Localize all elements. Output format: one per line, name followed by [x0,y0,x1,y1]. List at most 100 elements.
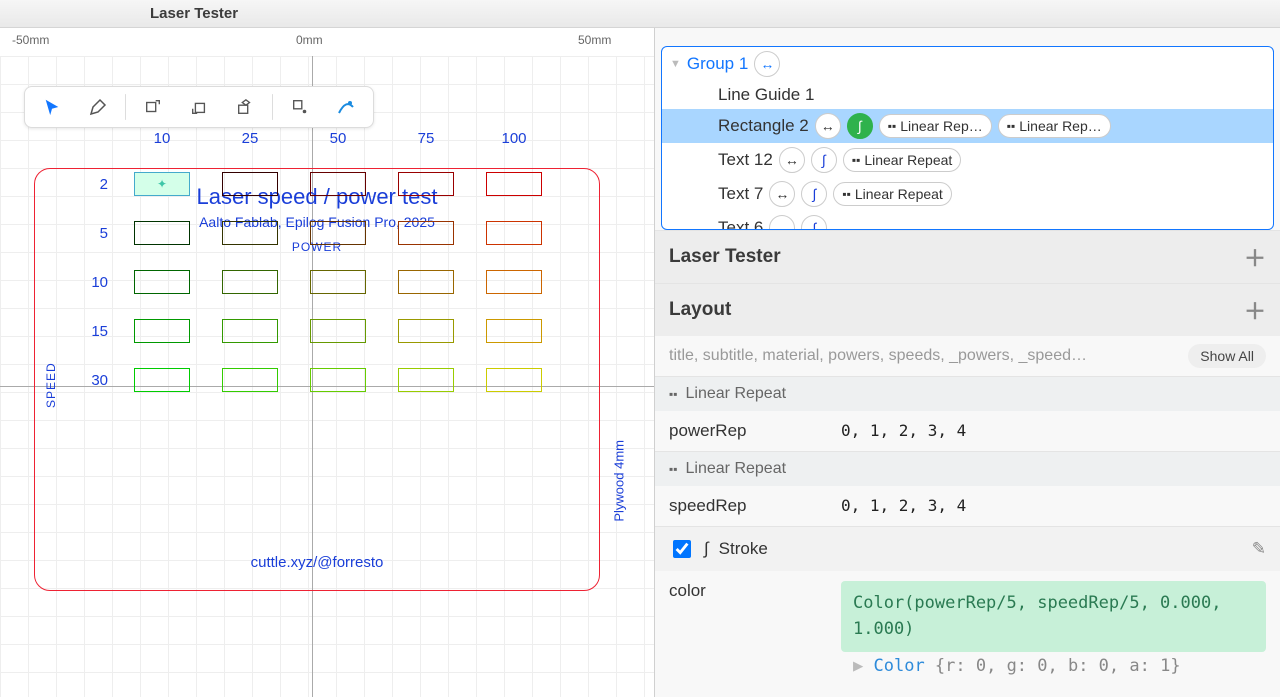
canvas-toolbar [24,86,374,128]
test-swatch[interactable] [134,319,190,343]
show-all-button[interactable]: Show All [1188,344,1266,368]
modifier-section: ▪▪ Linear Repeat [655,451,1280,486]
disclosure-triangle-icon[interactable]: ▶ [853,656,863,676]
repeat-icon: ▪▪ [1007,119,1016,133]
selection-anchor-icon: ✦ [157,177,167,191]
transform-pill[interactable]: ↔ [769,181,795,207]
test-swatch[interactable] [398,319,454,343]
design-footer: cuttle.xyz/@forresto [34,554,600,683]
snap-tool[interactable] [277,89,323,125]
repeat-icon: ▪▪ [669,462,678,476]
modifier-pill[interactable]: ▪▪Linear Rep… [998,114,1111,138]
test-swatch[interactable] [222,172,278,196]
test-swatch[interactable] [486,368,542,392]
curve-icon: ∫ [812,186,816,202]
outline-item[interactable]: Text 6 ↔ ∫ [662,211,1273,230]
ruler-tick: 0mm [296,33,323,47]
shape-tool-2[interactable] [176,89,222,125]
app-title: Laser Tester [150,5,238,22]
test-swatch[interactable] [398,270,454,294]
item-label: Text 7 [718,184,763,204]
layer-outline: ▼ Group 1 ↔ Line Guide 1 Rectangle 2 ↔ ∫… [661,46,1274,230]
ruler-tick: 50mm [578,33,611,47]
group-label: Group 1 [687,54,748,74]
material-label: Plywood 4mm [612,440,627,522]
test-swatch[interactable] [134,368,190,392]
repeat-icon: ▪▪ [842,187,851,201]
shape-tool-1[interactable] [130,89,176,125]
move-icon: ↔ [821,118,835,134]
power-header: 75 [382,130,470,147]
transform-pill[interactable]: ↔ [779,147,805,173]
section-title: Laser Tester [669,246,781,268]
repeat-icon: ▪▪ [669,387,678,401]
section-header[interactable]: Layout ＋ [655,284,1280,336]
test-swatch[interactable] [134,221,190,245]
stroke-pill[interactable]: ∫ [801,181,827,207]
property-row: powerRep 0, 1, 2, 3, 4 [655,411,1280,451]
item-label: Text 12 [718,150,773,170]
power-header: 100 [470,130,558,147]
canvas-area[interactable]: -50mm 0mm 50mm Laser sp [0,28,655,697]
transform-pill[interactable]: ↔ [815,113,841,139]
select-tool[interactable] [29,89,75,125]
stroke-pill[interactable]: ∫ [801,215,827,230]
test-swatch[interactable] [398,221,454,245]
outline-item-selected[interactable]: Rectangle 2 ↔ ∫ ▪▪Linear Rep… ▪▪Linear R… [662,109,1273,143]
test-swatch[interactable] [222,319,278,343]
test-swatch[interactable] [398,368,454,392]
move-icon: ↔ [785,152,799,168]
inspector-panel: ▼ Group 1 ↔ Line Guide 1 Rectangle 2 ↔ ∫… [655,28,1280,697]
outline-item[interactable]: Line Guide 1 [662,81,1273,109]
transform-pill[interactable]: ↔ [769,215,795,230]
modifier-pill[interactable]: ▪▪Linear Repeat [833,182,951,206]
pen-tool[interactable] [75,89,121,125]
transform-pill[interactable]: ↔ [754,51,780,77]
test-swatch[interactable] [222,270,278,294]
stroke-pill[interactable]: ∫ [811,147,837,173]
color-expression-input[interactable]: Color(powerRep/5, speedRep/5, 0.000, 1.0… [841,581,1266,652]
item-label: Text 6 [718,218,763,230]
stroke-pill[interactable]: ∫ [847,113,873,139]
item-label: Rectangle 2 [718,116,809,136]
test-swatch-selected[interactable]: ✦ [134,172,190,196]
color-keyword: Color [874,656,925,676]
ruler-horizontal: -50mm 0mm 50mm [0,28,654,56]
test-swatch[interactable] [486,172,542,196]
test-swatch[interactable] [310,270,366,294]
test-swatch[interactable] [222,368,278,392]
test-swatch[interactable] [310,172,366,196]
test-swatch[interactable] [486,270,542,294]
add-icon[interactable]: ＋ [1244,241,1266,273]
speed-header: 2 [78,176,118,193]
stroke-enabled-checkbox[interactable] [673,540,691,558]
modifier-section: ▪▪ Linear Repeat [655,376,1280,411]
disclosure-triangle-icon[interactable]: ▼ [670,58,681,70]
property-value[interactable]: 0, 1, 2, 3, 4 [841,496,1266,515]
test-swatch[interactable] [310,319,366,343]
test-swatch[interactable] [398,172,454,196]
curve-icon: ∫ [704,539,709,559]
section-header[interactable]: Laser Tester ＋ [655,231,1280,283]
outline-item[interactable]: Text 7 ↔ ∫ ▪▪Linear Repeat [662,177,1273,211]
edit-icon[interactable]: ✎ [1252,539,1266,559]
modifier-pill[interactable]: ▪▪Linear Repeat [843,148,961,172]
outline-item[interactable]: Text 12 ↔ ∫ ▪▪Linear Repeat [662,143,1273,177]
test-swatch[interactable] [310,221,366,245]
test-swatch[interactable] [486,319,542,343]
test-swatch[interactable] [222,221,278,245]
curve-tool[interactable] [323,89,369,125]
test-swatch[interactable] [134,270,190,294]
add-icon[interactable]: ＋ [1244,294,1266,326]
property-value[interactable]: 0, 1, 2, 3, 4 [841,421,1266,440]
window-titlebar: Laser Tester [0,0,1280,28]
shape-tool-3[interactable] [222,89,268,125]
test-swatch[interactable] [310,368,366,392]
modifier-pill[interactable]: ▪▪Linear Rep… [879,114,992,138]
section-title: Layout [669,299,731,321]
property-row: color Color(powerRep/5, speedRep/5, 0.00… [655,571,1280,696]
test-swatch[interactable] [486,221,542,245]
curve-icon: ∫ [812,220,816,230]
move-icon: ↔ [775,220,789,230]
outline-group[interactable]: ▼ Group 1 ↔ [662,47,1273,81]
